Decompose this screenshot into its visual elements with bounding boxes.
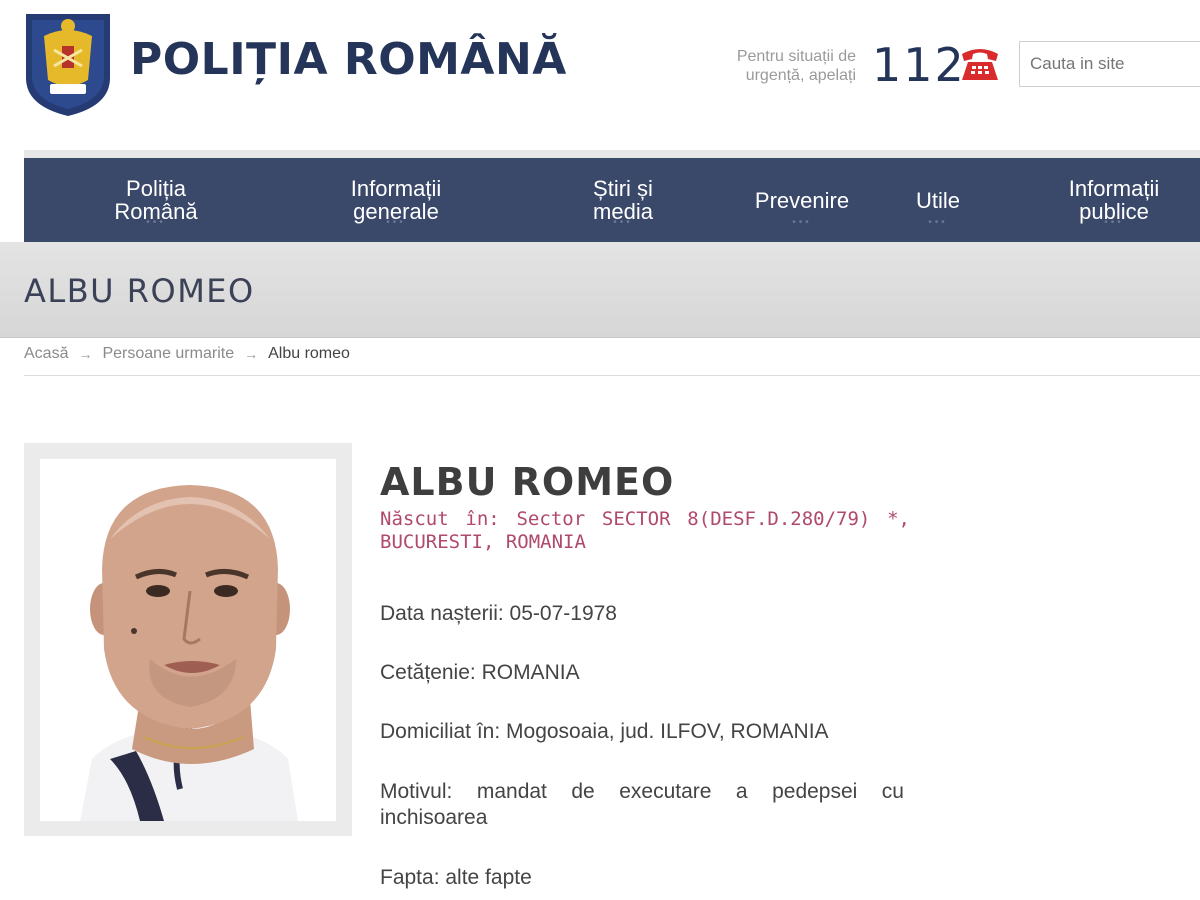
nav-item-informatii-generale[interactable]: Informații generale ••• bbox=[336, 158, 456, 242]
domicile: Domiciliat în: Mogosoaia, jud. ILFOV, RO… bbox=[380, 720, 829, 743]
nav-label: Prevenire bbox=[754, 187, 850, 213]
nav-dots: ••• bbox=[792, 217, 812, 228]
breadcrumb-current: Albu romeo bbox=[268, 345, 350, 362]
birthplace: Născut în: Sector SECTOR 8(DESF.D.280/79… bbox=[380, 508, 910, 553]
breadcrumb-arrow-icon: → bbox=[78, 346, 93, 362]
nav-dots: ••• bbox=[1104, 217, 1124, 228]
page-title-band: ALBU ROMEO bbox=[0, 242, 1200, 338]
breadcrumb-divider bbox=[24, 375, 1200, 376]
nav-dots: ••• bbox=[613, 217, 633, 228]
nav-dots: ••• bbox=[146, 217, 166, 228]
breadcrumb-wanted-persons-link[interactable]: Persoane urmarite bbox=[102, 345, 234, 363]
nav-item-stiri-media[interactable]: Știri și media ••• bbox=[582, 158, 664, 242]
citizenship: Cetățenie: ROMANIA bbox=[380, 661, 580, 684]
nav-item-utile[interactable]: Utile ••• bbox=[904, 158, 972, 242]
motive: Motivul: mandat de executare a pedepsei … bbox=[380, 780, 904, 829]
nav-item-informatii-publice[interactable]: Informații publice ••• bbox=[1054, 158, 1174, 242]
breadcrumb: Acasă → Persoane urmarite → Albu romeo bbox=[24, 345, 350, 363]
person-photo bbox=[40, 459, 336, 821]
breadcrumb-home-link[interactable]: Acasă bbox=[24, 345, 68, 363]
nav-label: Informații bbox=[1068, 176, 1160, 201]
nav-label: Informații bbox=[350, 176, 442, 201]
photo-frame bbox=[24, 443, 352, 836]
nav-label: Poliția bbox=[126, 176, 186, 201]
emergency-number: 112 bbox=[872, 38, 966, 92]
page-title: ALBU ROMEO bbox=[24, 272, 255, 310]
birth-date: Data nașterii: 05-07-1978 bbox=[380, 602, 617, 625]
site-header: POLIȚIA ROMÂNĂ Pentru situații de urgenț… bbox=[0, 0, 1200, 150]
nav-top-strip bbox=[24, 150, 1200, 158]
search-input[interactable] bbox=[1019, 41, 1200, 87]
nav-label: Știri și bbox=[593, 176, 653, 201]
phone-icon bbox=[958, 44, 1002, 84]
deed: Fapta: alte fapte bbox=[380, 866, 532, 889]
nav-label: Utile bbox=[915, 187, 960, 213]
site-title[interactable]: POLIȚIA ROMÂNĂ bbox=[130, 34, 567, 85]
emergency-text: Pentru situații de urgență, apelați bbox=[736, 48, 856, 84]
nav-dots: ••• bbox=[928, 217, 948, 228]
main-nav: Poliția Română ••• Informații generale •… bbox=[24, 158, 1200, 242]
breadcrumb-arrow-icon: → bbox=[244, 346, 259, 362]
nav-item-prevenire[interactable]: Prevenire ••• bbox=[744, 158, 860, 242]
nav-dots: ••• bbox=[386, 217, 406, 228]
coat-of-arms-icon[interactable] bbox=[24, 6, 112, 118]
person-name: ALBU ROMEO bbox=[380, 460, 675, 504]
nav-item-politia-romana[interactable]: Poliția Română ••• bbox=[110, 158, 202, 242]
